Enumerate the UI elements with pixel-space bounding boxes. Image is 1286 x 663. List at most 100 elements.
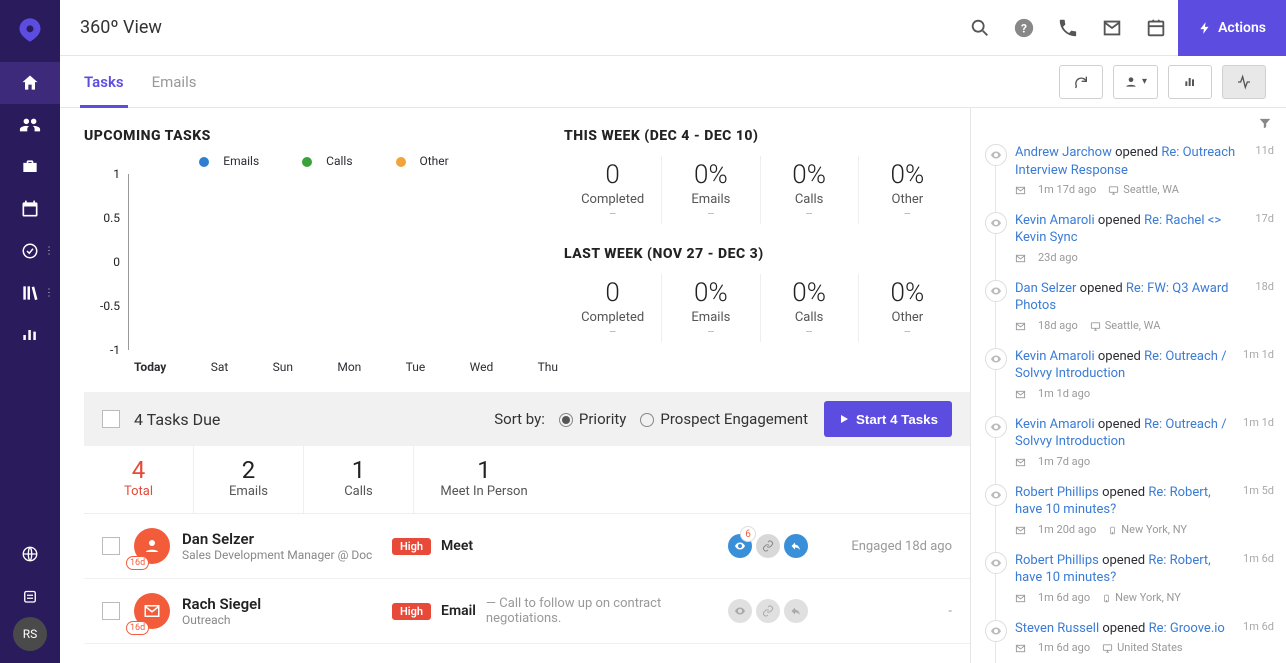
feed-item[interactable]: Dan Selzer opened Re: FW: Q3 Award Photo…: [981, 280, 1274, 348]
task-icons: 6: [728, 534, 808, 558]
sort-priority[interactable]: Priority: [559, 410, 626, 428]
stat-cell: 0%Other--: [859, 274, 956, 342]
stat-cell: 0%Calls--: [761, 156, 859, 224]
nav-calendar[interactable]: [0, 188, 60, 230]
reply-icon[interactable]: [784, 534, 808, 558]
eye-icon: [985, 552, 1007, 574]
tasks-due-label: 4 Tasks Due: [134, 410, 220, 429]
task-avatar: 16d: [134, 593, 170, 629]
count-cell[interactable]: 2Emails: [194, 446, 304, 513]
eye-icon[interactable]: [728, 599, 752, 623]
activity-button[interactable]: [1222, 65, 1266, 99]
feed-who[interactable]: Kevin Amaroli: [1015, 213, 1095, 228]
stat-cell: 0%Calls--: [761, 274, 859, 342]
nav-library[interactable]: ⋮: [0, 272, 60, 314]
nav-outbox[interactable]: [0, 575, 60, 617]
svg-text:?: ?: [1021, 21, 1027, 35]
feed-who[interactable]: Dan Selzer: [1015, 281, 1076, 296]
feed-who[interactable]: Andrew Jarchow: [1015, 145, 1112, 160]
mail-icon[interactable]: [1090, 0, 1134, 56]
eye-icon: [985, 212, 1007, 234]
nav-analytics[interactable]: [0, 314, 60, 356]
count-cell[interactable]: 1Meet In Person: [414, 446, 554, 513]
link-icon[interactable]: [756, 599, 780, 623]
feed-item[interactable]: Robert Phillips opened Re: Robert, have …: [981, 552, 1274, 620]
help-icon[interactable]: ?: [1002, 0, 1046, 56]
legend-dot-calls: [302, 157, 312, 167]
task-role: Sales Development Manager @ Doc: [182, 548, 392, 562]
feed-item[interactable]: Kevin Amaroli opened Re: Outreach / Solv…: [981, 416, 1274, 484]
actions-button[interactable]: Actions: [1178, 0, 1286, 56]
nav-globe[interactable]: [0, 533, 60, 575]
nav-tasks[interactable]: ⋮: [0, 230, 60, 272]
feed-item[interactable]: Andrew Jarchow opened Re: Outreach Inter…: [981, 144, 1274, 212]
tasks-bar: 4 Tasks Due Sort by: Priority Prospect E…: [84, 392, 970, 446]
task-type: Email: [441, 603, 476, 619]
feed-age: 1m 1d: [1243, 348, 1274, 402]
activity-panel: Andrew Jarchow opened Re: Outreach Inter…: [970, 108, 1286, 663]
task-checkbox[interactable]: [102, 537, 120, 555]
tab-emails[interactable]: Emails: [148, 56, 201, 108]
task-note: — Call to follow up on contract negotiat…: [486, 596, 728, 626]
feed-body: Andrew Jarchow opened Re: Outreach Inter…: [1015, 144, 1249, 198]
tab-tasks[interactable]: Tasks: [80, 56, 128, 108]
eye-icon: [985, 280, 1007, 302]
nav-home[interactable]: [0, 62, 60, 104]
stat-cell: 0Completed--: [564, 156, 662, 224]
refresh-button[interactable]: [1059, 65, 1103, 99]
priority-badge: High: [392, 603, 431, 620]
link-icon[interactable]: [756, 534, 780, 558]
mail-small-icon: [1015, 389, 1026, 400]
calendar-top-icon[interactable]: [1134, 0, 1178, 56]
eye-icon: [985, 144, 1007, 166]
radio-priority[interactable]: [559, 413, 573, 427]
filter-icon[interactable]: [1258, 116, 1272, 130]
feed-who[interactable]: Kevin Amaroli: [1015, 417, 1095, 432]
task-name: Rach Siegel: [182, 595, 392, 613]
feed-who[interactable]: Kevin Amaroli: [1015, 349, 1095, 364]
engagement-label: Engaged 18d ago: [822, 539, 952, 554]
nav-people[interactable]: [0, 104, 60, 146]
brand-logo[interactable]: [12, 12, 48, 48]
mail-small-icon: [1015, 185, 1026, 196]
feed-subject[interactable]: Re: Groove.io: [1149, 621, 1225, 636]
mail-small-icon: [1015, 525, 1026, 536]
feed-who[interactable]: Robert Phillips: [1015, 553, 1099, 568]
eye-icon: [985, 620, 1007, 642]
legend-dot-other: [396, 157, 406, 167]
feed-item[interactable]: Kevin Amaroli opened Re: Outreach / Solv…: [981, 348, 1274, 416]
task-avatar: 16d: [134, 528, 170, 564]
task-row[interactable]: 16dDan SelzerSales Development Manager @…: [84, 514, 970, 579]
select-all-checkbox[interactable]: [102, 410, 120, 428]
stat-cell: 0%Emails--: [662, 274, 760, 342]
count-cell[interactable]: 4Total: [84, 446, 194, 513]
user-dropdown-button[interactable]: ▾: [1113, 65, 1158, 99]
sort-engagement[interactable]: Prospect Engagement: [640, 410, 808, 428]
actions-label: Actions: [1218, 20, 1266, 36]
feed-item[interactable]: Robert Phillips opened Re: Robert, have …: [981, 484, 1274, 552]
feed-body: Kevin Amaroli opened Re: Outreach / Solv…: [1015, 416, 1237, 470]
feed-body: Steven Russell opened Re: Groove.io1m 6d…: [1015, 620, 1237, 656]
feed-who[interactable]: Robert Phillips: [1015, 485, 1099, 500]
feed-age: 18d: [1255, 280, 1274, 334]
search-icon[interactable]: [958, 0, 1002, 56]
user-avatar[interactable]: RS: [13, 617, 47, 651]
feed-body: Robert Phillips opened Re: Robert, have …: [1015, 484, 1237, 538]
feed-item[interactable]: Steven Russell opened Re: Groove.io1m 6d…: [981, 620, 1274, 663]
reply-icon[interactable]: [784, 599, 808, 623]
feed-body: Robert Phillips opened Re: Robert, have …: [1015, 552, 1237, 606]
phone-icon[interactable]: [1046, 0, 1090, 56]
start-tasks-button[interactable]: Start 4 Tasks: [824, 401, 952, 437]
feed-who[interactable]: Steven Russell: [1015, 621, 1099, 636]
priority-badge: High: [392, 538, 431, 555]
chart-button[interactable]: [1168, 65, 1212, 99]
feed-item[interactable]: Kevin Amaroli opened Re: Rachel <> Kevin…: [981, 212, 1274, 280]
task-list: 16dDan SelzerSales Development Manager @…: [84, 514, 970, 644]
last-week-heading: LAST WEEK (NOV 27 - DEC 3): [564, 246, 956, 262]
task-row[interactable]: 16dRach SiegelOutreachHigh Email — Call …: [84, 579, 970, 644]
mail-small-icon: [1015, 593, 1026, 604]
radio-engagement[interactable]: [640, 413, 654, 427]
task-checkbox[interactable]: [102, 602, 120, 620]
count-cell[interactable]: 1Calls: [304, 446, 414, 513]
nav-briefcase[interactable]: [0, 146, 60, 188]
